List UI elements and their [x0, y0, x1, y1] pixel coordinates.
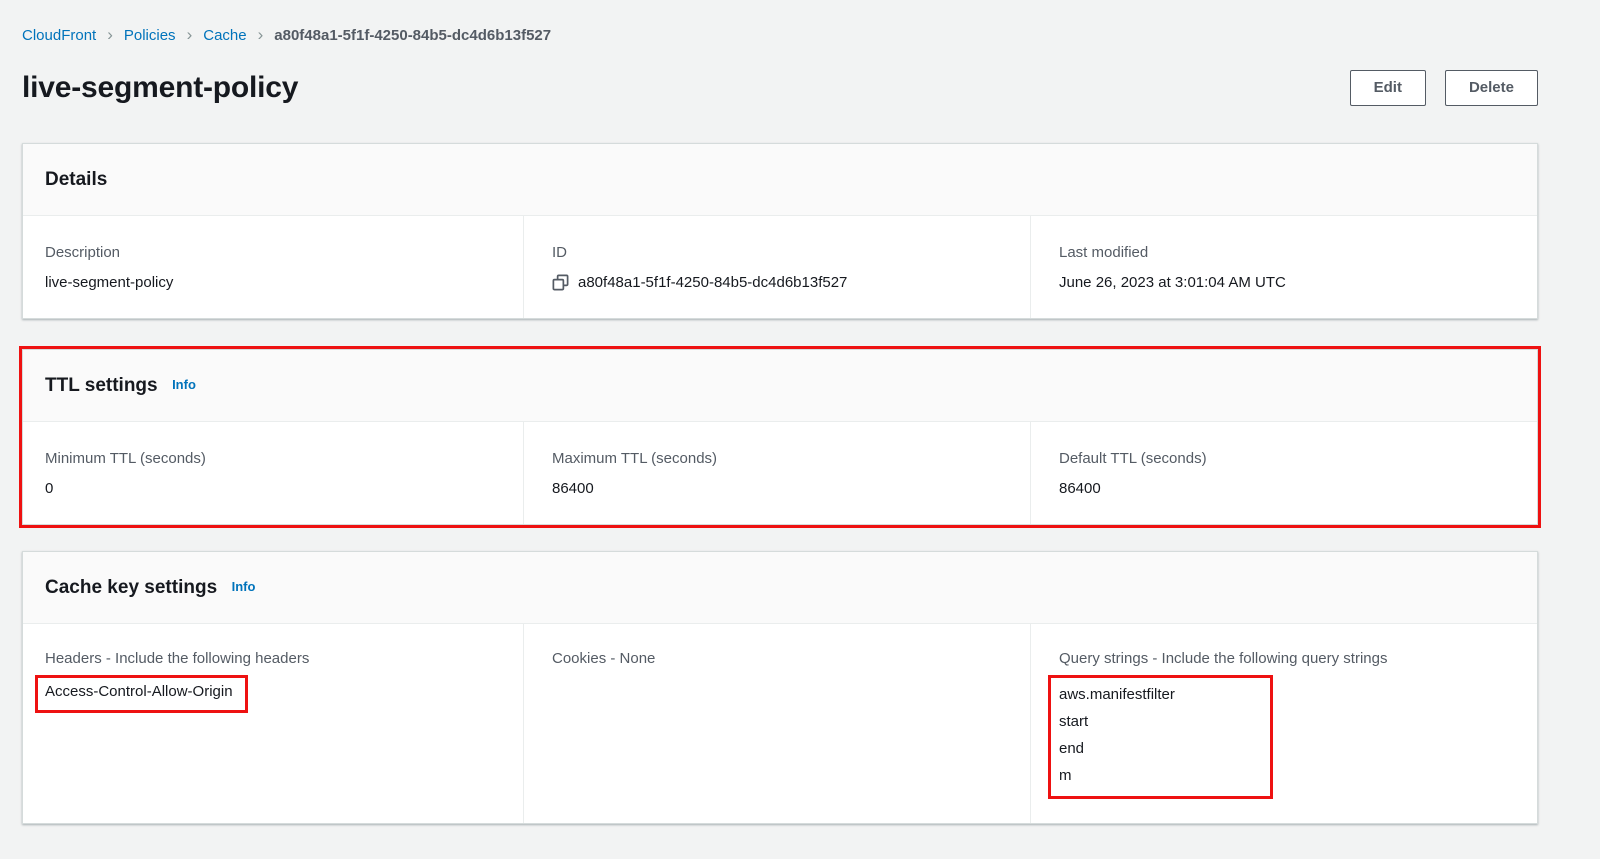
cookies-field: Cookies - None	[523, 624, 1030, 823]
default-ttl-label: Default TTL (seconds)	[1059, 449, 1517, 468]
details-card-content: Description live-segment-policy ID a80f4…	[23, 216, 1537, 318]
headers-value: Access-Control-Allow-Origin	[45, 682, 233, 701]
breadcrumb-cache[interactable]: Cache	[203, 27, 246, 44]
maximum-ttl-field: Maximum TTL (seconds) 86400	[523, 422, 1030, 524]
chevron-right-icon: ›	[107, 26, 113, 43]
query-strings-annotation-box: aws.manifestfilter start end m	[1048, 675, 1273, 799]
cache-key-settings-card: Cache key settings Info Headers - Includ…	[22, 551, 1538, 824]
cloudfront-cache-policy-page: CloudFront › Policies › Cache › a80f48a1…	[0, 0, 1600, 824]
cache-key-settings-card-content: Headers - Include the following headers …	[23, 624, 1537, 823]
page-header: live-segment-policy Edit Delete	[22, 70, 1538, 106]
description-label: Description	[45, 243, 503, 262]
details-card: Details Description live-segment-policy …	[22, 143, 1538, 319]
cache-key-settings-info-link[interactable]: Info	[232, 579, 256, 594]
last-modified-field: Last modified June 26, 2023 at 3:01:04 A…	[1030, 216, 1537, 318]
default-ttl-value: 86400	[1059, 479, 1517, 498]
minimum-ttl-label: Minimum TTL (seconds)	[45, 449, 503, 468]
breadcrumb: CloudFront › Policies › Cache › a80f48a1…	[22, 27, 1538, 44]
edit-button[interactable]: Edit	[1350, 70, 1426, 106]
details-card-title: Details	[45, 169, 107, 190]
cache-key-settings-card-header: Cache key settings Info	[23, 552, 1537, 624]
minimum-ttl-value: 0	[45, 479, 503, 498]
query-string-item: aws.manifestfilter	[1059, 681, 1258, 708]
id-value: a80f48a1-5f1f-4250-84b5-dc4d6b13f527	[578, 273, 847, 292]
delete-button[interactable]: Delete	[1445, 70, 1538, 106]
id-value-row: a80f48a1-5f1f-4250-84b5-dc4d6b13f527	[552, 273, 1010, 292]
maximum-ttl-label: Maximum TTL (seconds)	[552, 449, 1010, 468]
query-strings-label: Query strings - Include the following qu…	[1059, 649, 1517, 668]
query-string-item: m	[1059, 762, 1258, 789]
ttl-settings-card: TTL settings Info Minimum TTL (seconds) …	[22, 349, 1538, 525]
page-title: live-segment-policy	[22, 71, 298, 105]
ttl-settings-info-link[interactable]: Info	[172, 377, 196, 392]
ttl-settings-card-header: TTL settings Info	[23, 350, 1537, 422]
id-label: ID	[552, 243, 1010, 262]
breadcrumb-current-policy-id: a80f48a1-5f1f-4250-84b5-dc4d6b13f527	[274, 27, 551, 44]
maximum-ttl-value: 86400	[552, 479, 1010, 498]
breadcrumb-cloudfront[interactable]: CloudFront	[22, 27, 96, 44]
description-field: Description live-segment-policy	[23, 216, 523, 318]
query-string-item: start	[1059, 708, 1258, 735]
headers-label: Headers - Include the following headers	[45, 649, 503, 668]
cookies-label: Cookies - None	[552, 649, 1010, 668]
chevron-right-icon: ›	[258, 26, 264, 43]
cache-key-settings-card-title: Cache key settings	[45, 577, 217, 598]
query-string-item: end	[1059, 735, 1258, 762]
header-actions: Edit Delete	[1350, 70, 1538, 106]
copy-icon[interactable]	[552, 274, 569, 291]
default-ttl-field: Default TTL (seconds) 86400	[1030, 422, 1537, 524]
chevron-right-icon: ›	[187, 26, 193, 43]
id-field: ID a80f48a1-5f1f-4250-84b5-dc4d6b13f527	[523, 216, 1030, 318]
breadcrumb-policies[interactable]: Policies	[124, 27, 176, 44]
headers-field: Headers - Include the following headers …	[23, 624, 523, 823]
details-card-header: Details	[23, 144, 1537, 216]
last-modified-value: June 26, 2023 at 3:01:04 AM UTC	[1059, 273, 1517, 292]
headers-annotation-box: Access-Control-Allow-Origin	[35, 675, 248, 713]
ttl-settings-card-title: TTL settings	[45, 375, 158, 396]
description-value: live-segment-policy	[45, 273, 503, 292]
query-strings-field: Query strings - Include the following qu…	[1030, 624, 1537, 823]
minimum-ttl-field: Minimum TTL (seconds) 0	[23, 422, 523, 524]
ttl-settings-card-content: Minimum TTL (seconds) 0 Maximum TTL (sec…	[23, 422, 1537, 524]
last-modified-label: Last modified	[1059, 243, 1517, 262]
